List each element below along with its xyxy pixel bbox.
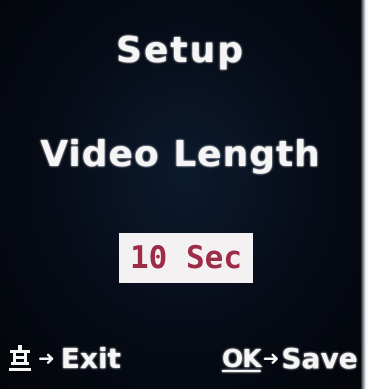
gear-icon — [8, 344, 32, 372]
exit-hint[interactable]: ➜ Exit — [8, 340, 121, 376]
save-hint[interactable]: OK ➜ Save — [222, 340, 358, 376]
camera-lcd-screen: Setup Video Length 10 Sec ➜ Exit OK ➜ Sa… — [0, 0, 369, 389]
setting-value-selector[interactable]: 10 Sec — [119, 233, 253, 283]
setting-name: Video Length — [40, 134, 321, 175]
exit-arrow-icon: ➜ — [38, 346, 55, 370]
save-label: Save — [281, 341, 358, 375]
save-arrow-icon: ➜ — [262, 346, 280, 370]
setting-value: 10 Sec — [130, 240, 242, 276]
screen-bezel-edge — [361, 0, 369, 389]
ok-key-label: OK — [222, 343, 262, 373]
exit-label: Exit — [60, 341, 121, 375]
menu-title: Setup — [116, 30, 245, 71]
